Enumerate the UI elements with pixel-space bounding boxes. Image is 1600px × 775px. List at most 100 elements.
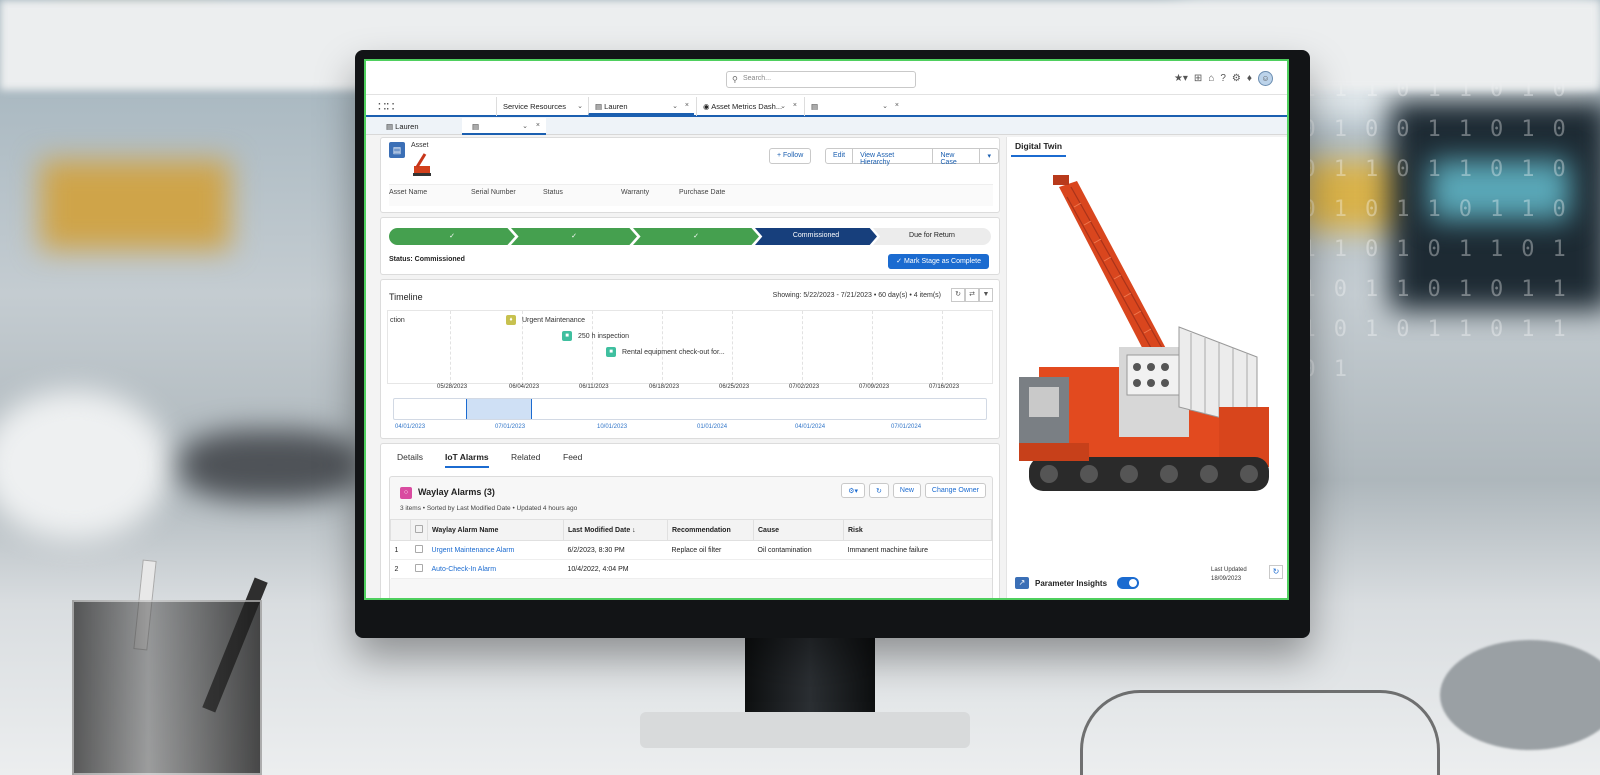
edit-button[interactable]: Edit [826,149,854,163]
asset-highlights-panel: ▤ Asset + Follow Edit View Asset Hierarc… [380,137,1000,213]
settings-icon[interactable]: ⇄ [965,288,979,302]
alarm-name-link[interactable]: Urgent Maintenance Alarm [427,540,564,560]
timeline-canvas: ction ♦ Urgent Maintenance ■ 250 h inspe… [387,310,993,385]
column-header-recommendation[interactable]: Recommendation [667,519,754,541]
timeline-scrubber-handle[interactable] [466,399,532,419]
refresh-icon[interactable]: ↻ [1269,565,1283,579]
path-stage-due-for-return[interactable]: Due for Return [873,228,991,245]
chevron-down-icon[interactable]: ⌄ [577,102,583,110]
column-header-last-modified[interactable]: Last Modified Date ↓ [563,519,668,541]
asset-icon: ▤ [595,102,605,111]
bell-icon[interactable]: ♦ [1247,73,1252,84]
column-header-cause[interactable]: Cause [753,519,844,541]
timeline-gridline [592,311,593,385]
favorites-icon[interactable]: ★▾ [1174,73,1188,84]
tab-lauren[interactable]: ▤ Lauren ⌄ × [588,97,694,116]
tab-label: Lauren [604,102,628,111]
list-settings-button[interactable]: ⚙▾ [841,483,866,498]
tab-asset-metrics-dashboard[interactable]: ◉ Asset Metrics Dash... ⌄ × [696,97,802,116]
tab-iot-alarms[interactable]: IoT Alarms [445,452,489,468]
table-header-row: Waylay Alarm Name Last Modified Date ↓ R… [390,519,992,541]
monitor: ⚲ Search... ★▾ ⊞ ⌂ ? ⚙ ♦ ☺ ∷∷ Service Re… [355,50,1310,638]
path-stage-1[interactable]: ✓ [389,228,515,245]
close-icon[interactable]: × [685,102,689,109]
tab-unnamed[interactable]: ▤ ⌄ × [804,97,904,116]
setup-assistant-icon[interactable]: ⌂ [1208,73,1214,84]
table-row: 1 Urgent Maintenance Alarm 6/2/2023, 8:3… [390,540,992,560]
column-header-alarm-name[interactable]: Waylay Alarm Name [427,519,564,541]
workspace-subtabs: ▤ Lauren ▤ ⌄ × [366,117,1287,135]
monitor-base [640,712,970,748]
new-case-button[interactable]: New Case [933,149,981,166]
field-asset-name: Asset Name [389,189,428,196]
avatar[interactable]: ☺ [1258,71,1273,86]
subtab-active[interactable]: ▤ ⌄ × [462,118,546,135]
row-checkbox[interactable] [410,559,428,579]
add-icon[interactable]: ⊞ [1194,73,1202,84]
search-input[interactable]: ⚲ Search... [726,71,916,88]
highlight-fields: Asset Name Serial Number Status Warranty… [389,184,993,206]
tab-related[interactable]: Related [511,452,540,466]
alarm-name-link[interactable]: Auto-Check-In Alarm [427,559,564,579]
background-object [180,430,360,500]
asset-thumbnail [413,153,431,176]
related-list-subtitle: 3 items • Sorted by Last Modified Date •… [400,505,578,512]
last-modified-cell: 6/2/2023, 8:30 PM [563,540,668,560]
close-icon[interactable]: × [895,102,899,109]
timeline-event[interactable]: ction [390,317,405,324]
field-warranty: Warranty [621,189,650,196]
timeline-date: 07/02/2023 [789,384,820,390]
column-header-risk[interactable]: Risk [843,519,992,541]
view-asset-hierarchy-button[interactable]: View Asset Hierarchy [853,149,934,166]
follow-button[interactable]: + Follow [769,148,812,164]
subtab-lauren[interactable]: ▤ Lauren [376,118,460,135]
change-owner-button[interactable]: Change Owner [924,483,986,498]
more-actions-icon[interactable]: ▾ [980,149,998,163]
timeline-scrubber[interactable] [393,398,987,420]
refresh-icon[interactable]: ↻ [951,288,965,302]
subtab-label: Lauren [395,122,419,131]
salesforce-screen: ⚲ Search... ★▾ ⊞ ⌂ ? ⚙ ♦ ☺ ∷∷ Service Re… [364,59,1289,600]
related-list-title[interactable]: Waylay Alarms (3) [418,487,495,497]
cause-cell: Oil contamination [753,540,844,560]
new-button[interactable]: New [892,483,921,498]
gear-icon[interactable]: ⚙ [1232,73,1241,84]
help-icon[interactable]: ? [1220,73,1226,84]
refresh-button[interactable]: ↻ [869,483,889,498]
timeline-gridline [802,311,803,385]
tab-feed[interactable]: Feed [563,452,582,466]
timeline-gridline [732,311,733,385]
timeline-date: 06/18/2023 [649,384,680,390]
recommendation-cell [667,559,754,579]
timeline-gridline [450,311,451,385]
chevron-down-icon[interactable]: ⌄ [672,102,678,110]
close-icon[interactable]: × [536,122,540,129]
select-all-checkbox[interactable] [410,519,428,541]
filter-icon[interactable]: ▼ [979,288,993,302]
timeline-event-rental-checkout[interactable]: ■ Rental equipment check-out for... [606,347,725,357]
path-stage-2[interactable]: ✓ [511,228,637,245]
timeline-event-urgent-maintenance[interactable]: ♦ Urgent Maintenance [506,315,585,325]
tab-label: Service Resources [503,102,566,111]
timeline-date: 05/28/2023 [437,384,468,390]
chevron-down-icon[interactable]: ⌄ [780,102,786,110]
app-launcher-icon[interactable]: ∷∷ [378,99,395,115]
alarms-table: Waylay Alarm Name Last Modified Date ↓ R… [390,519,992,579]
tab-details[interactable]: Details [397,452,423,466]
chevron-down-icon[interactable]: ⌄ [882,102,888,110]
chevron-down-icon[interactable]: ⌄ [522,122,528,130]
path-stage-3[interactable]: ✓ [633,228,759,245]
tab-service-resources[interactable]: Service Resources ⌄ [496,97,588,116]
row-checkbox[interactable] [410,540,428,560]
asset-icon: ▤ [386,122,396,131]
record-icon: ▤ [811,102,819,111]
mark-stage-complete-button[interactable]: ✓ Mark Stage as Complete [888,254,989,269]
parameter-insights-toggle[interactable] [1117,577,1139,589]
tab-digital-twin[interactable]: Digital Twin [1011,141,1067,157]
close-icon[interactable]: × [793,102,797,109]
asset-object-icon: ▤ [389,142,405,158]
timeline-event-inspection[interactable]: ■ 250 h inspection [562,331,629,341]
row-number: 2 [390,559,411,579]
header-icons: ★▾ ⊞ ⌂ ? ⚙ ♦ ☺ [1174,71,1273,86]
path-stage-commissioned[interactable]: Commissioned [755,228,877,245]
